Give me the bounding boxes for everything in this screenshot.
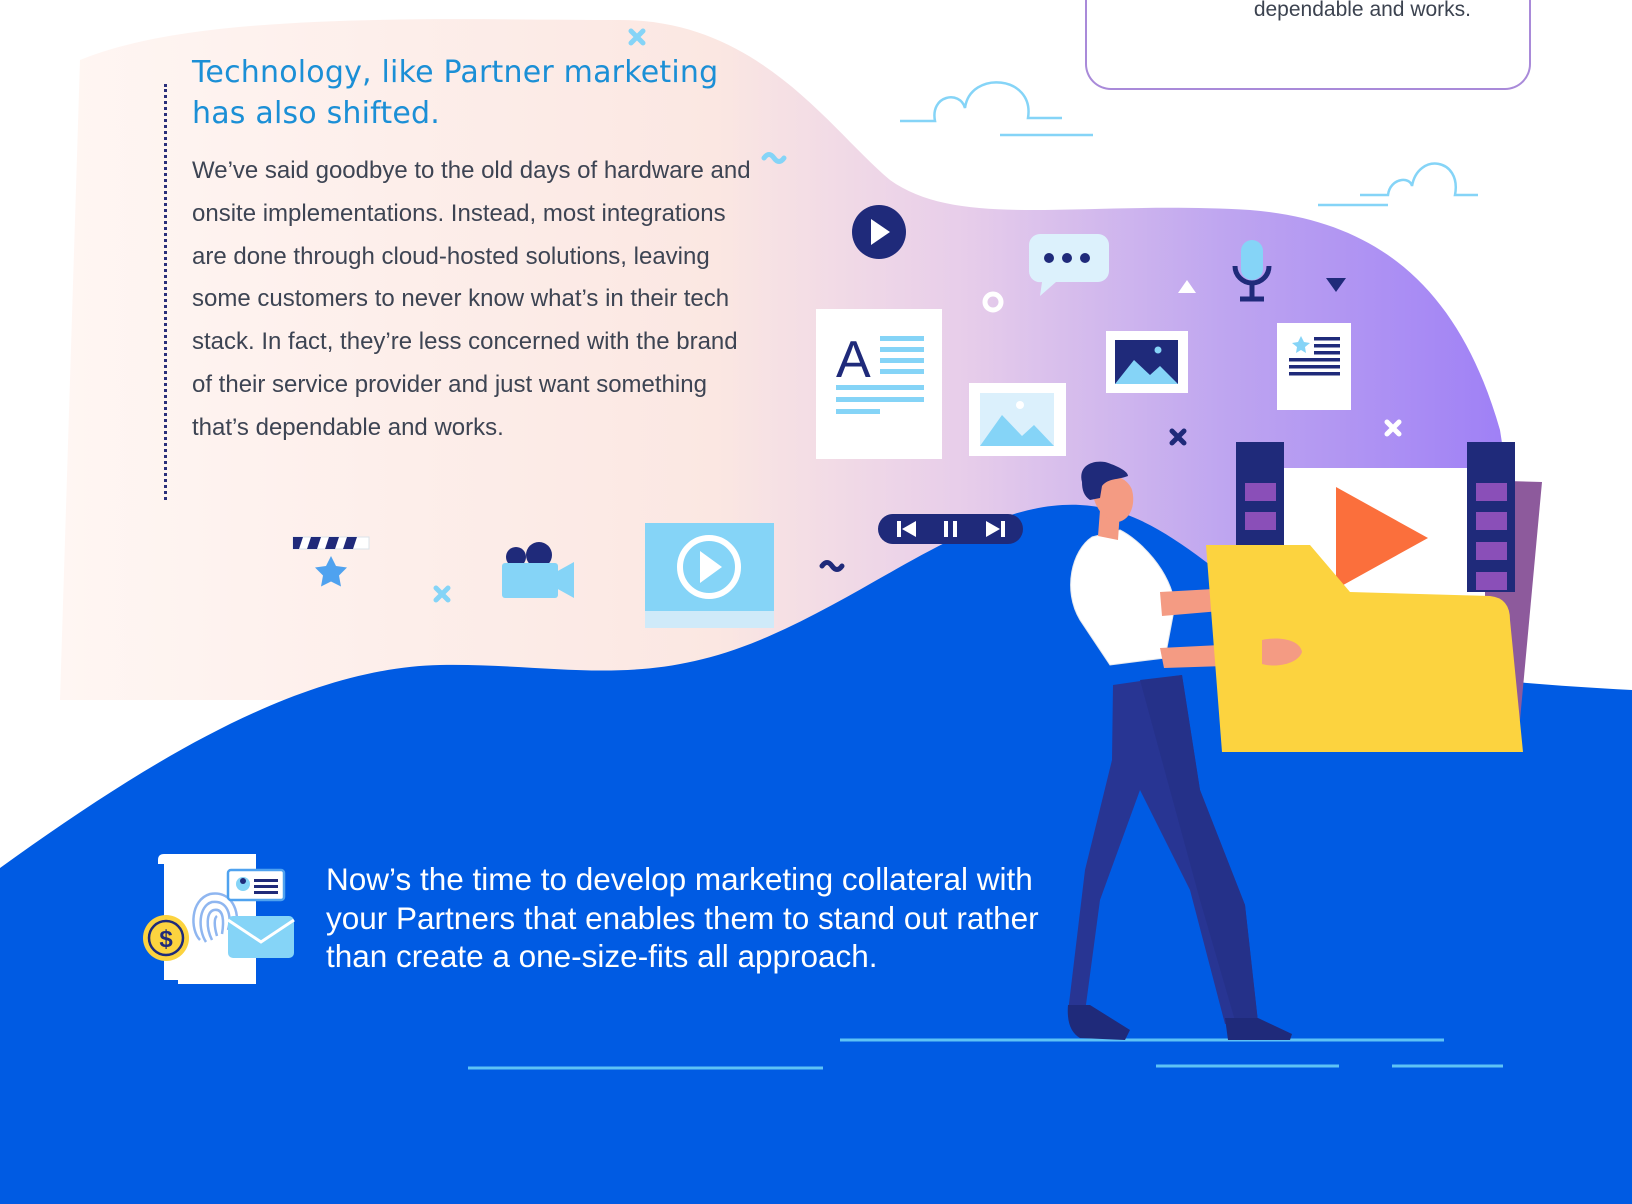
play-circle-icon (852, 205, 906, 259)
callout-text: Now’s the time to develop marketing coll… (326, 861, 1039, 974)
dotted-divider (164, 84, 167, 500)
section-heading: Technology, like Partner marketing has a… (192, 55, 719, 131)
top-info-card: dependable and works. (1085, 0, 1531, 90)
media-controls-bar (878, 514, 1023, 544)
document-fingerprint-dollar-icon: $ (143, 854, 295, 984)
video-player-icon (645, 523, 774, 628)
cloud-icon (900, 81, 1093, 137)
svg-text:A: A (836, 331, 871, 389)
text-document-icon: A (816, 309, 942, 459)
news-card-icon (1277, 323, 1351, 410)
svg-text:$: $ (159, 926, 173, 953)
image-card-icon (969, 383, 1066, 456)
top-card-text: dependable and works. (1253, 0, 1471, 21)
infographic-stage: A dependable and works. Technology, like… (0, 0, 1632, 1204)
cloud-icon (1318, 162, 1478, 207)
section-body: We’ve said goodbye to the old days of ha… (192, 157, 751, 441)
image-card-icon (1106, 331, 1188, 393)
